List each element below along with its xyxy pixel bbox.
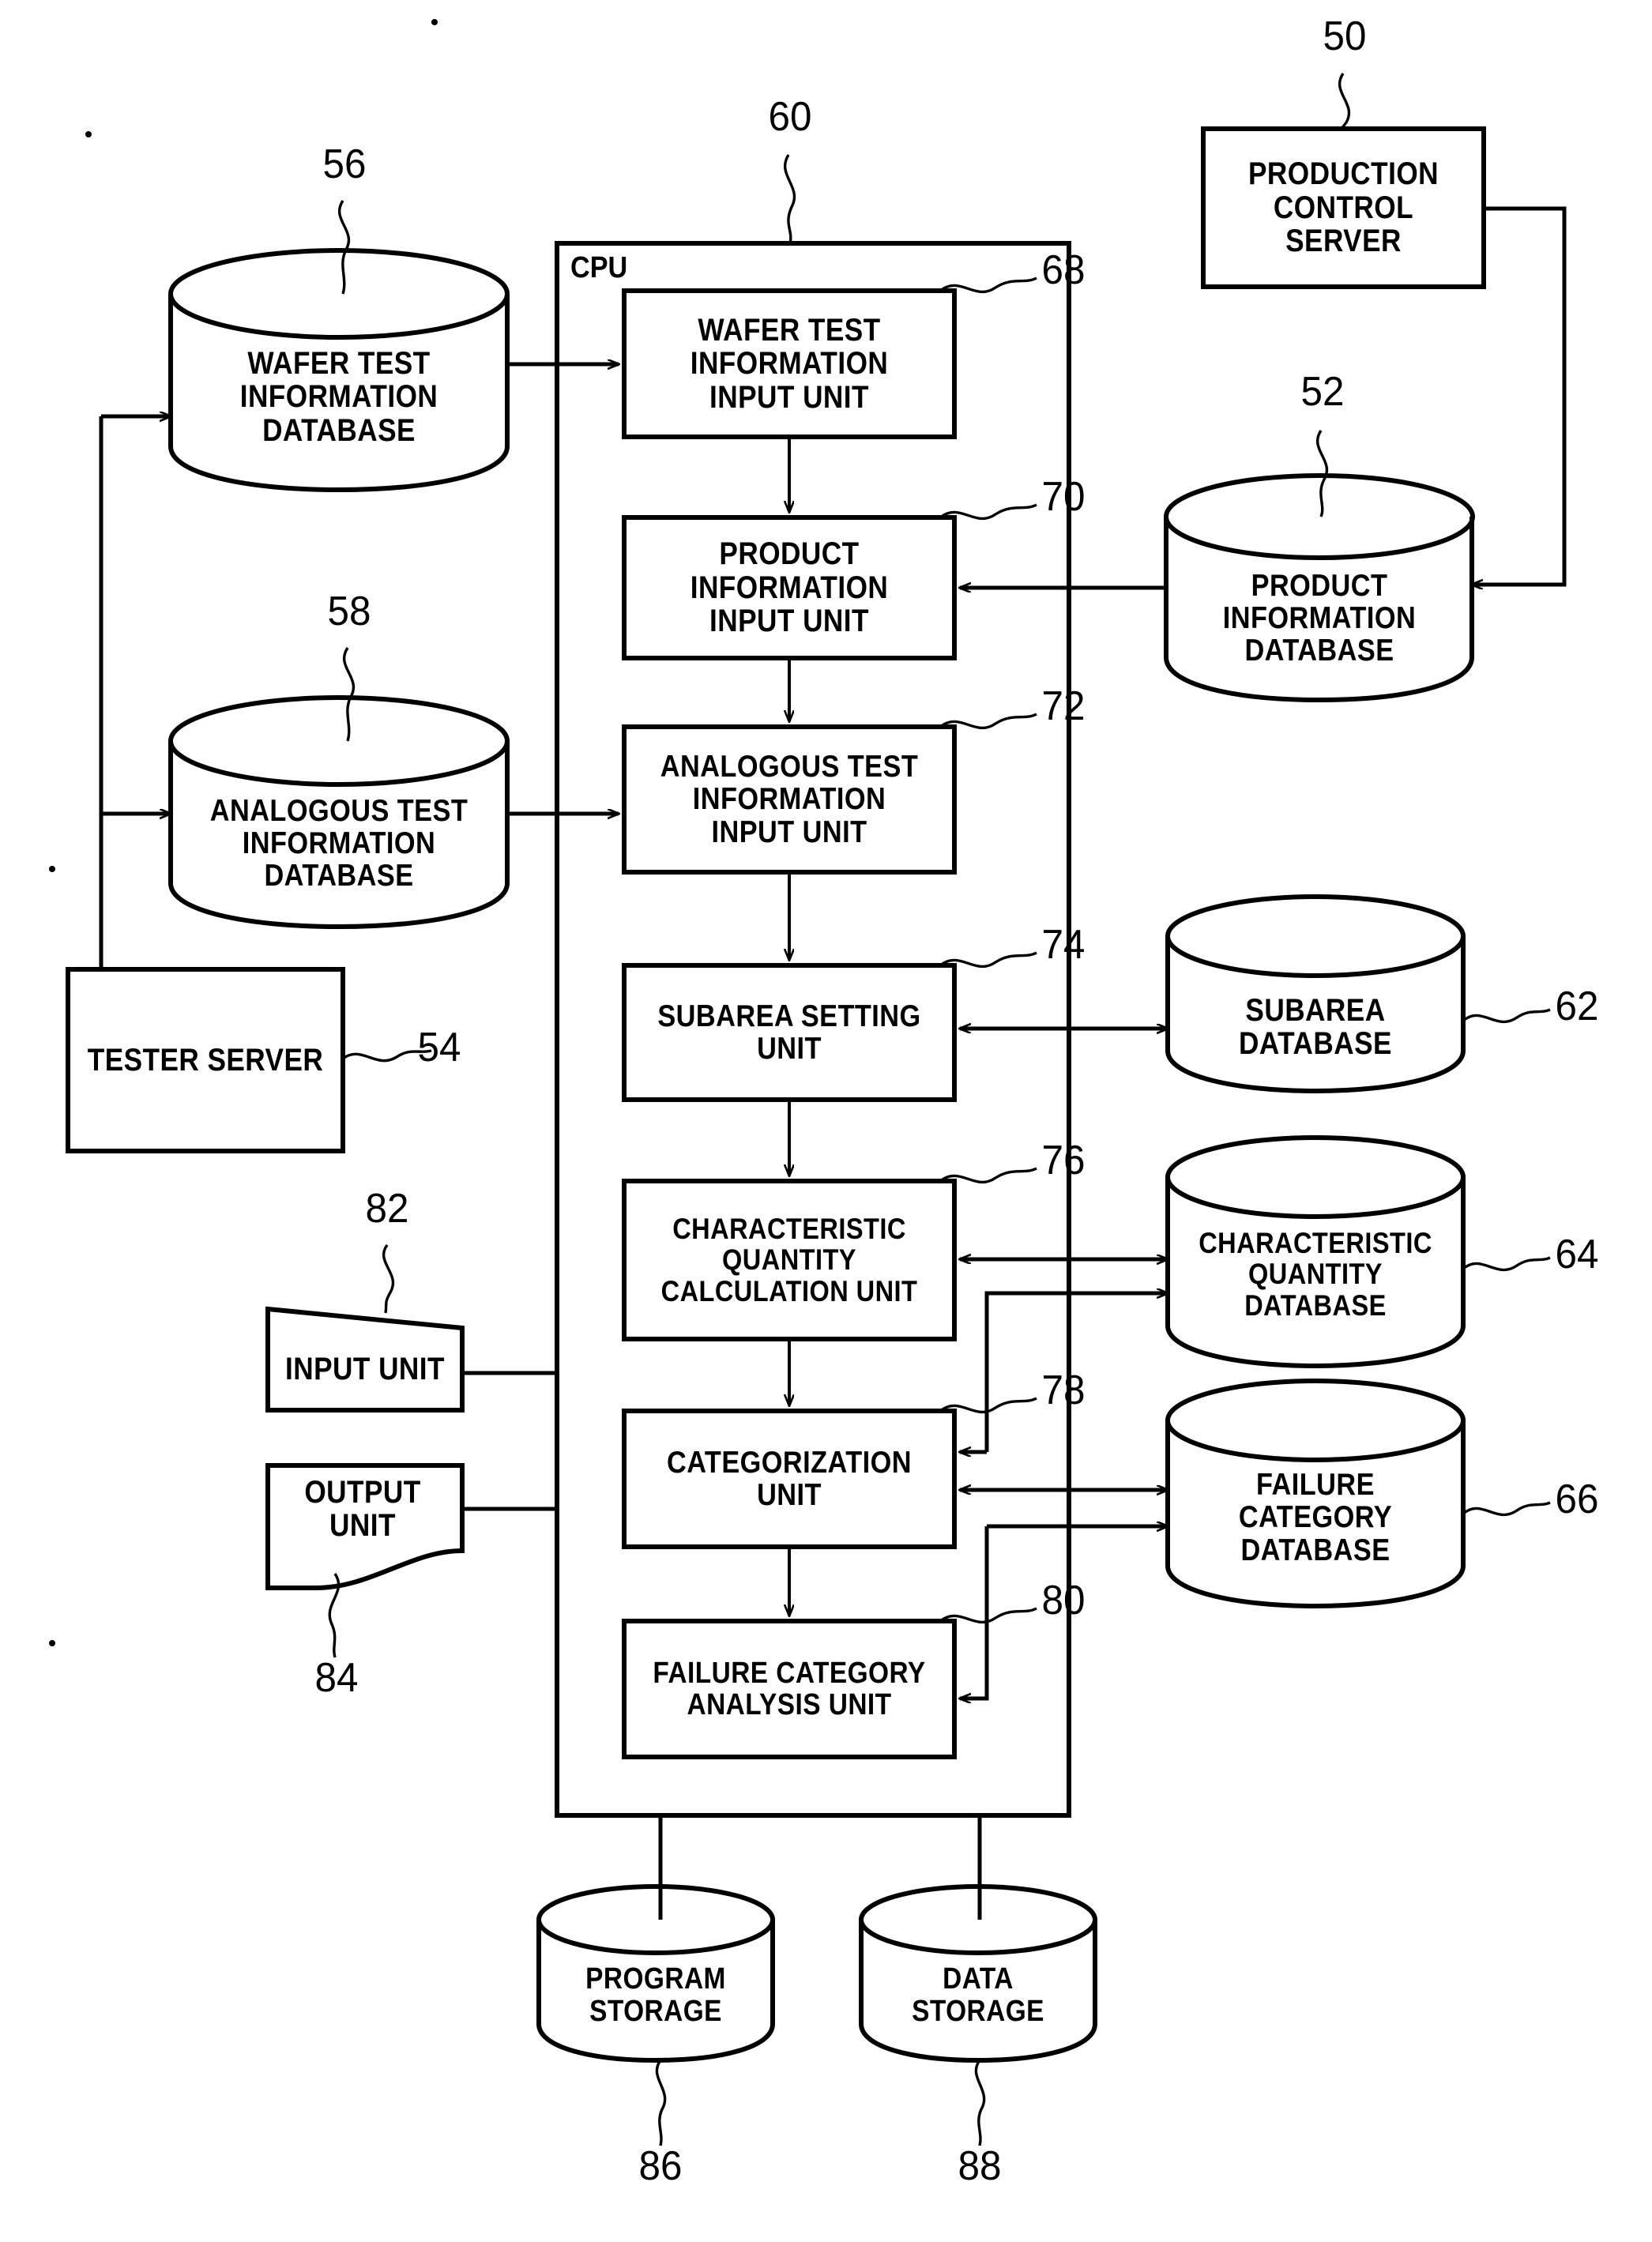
ref-number-50: 50 (1323, 13, 1367, 59)
db-subarea-database: SUBAREA DATABASE (1239, 992, 1392, 1061)
db-failure-category-database: FAILURE CATEGORY DATABASE (1238, 1468, 1393, 1567)
ref-number-76: 76 (1041, 1138, 1086, 1183)
ref-number-58: 58 (327, 589, 371, 634)
unit-categorization-unit: CATEGORIZATION UNIT (667, 1445, 912, 1512)
ref-number-64: 64 (1555, 1232, 1599, 1277)
unit-failure-category-analysis-unit: FAILURE CATEGORY ANALYSIS UNIT (653, 1656, 926, 1721)
ref-number-86: 86 (638, 2143, 683, 2189)
ref-number-56: 56 (322, 141, 367, 187)
unit-analogous-test-information-input-unit: ANALOGOUS TEST INFORMATION INPUT UNIT (660, 750, 919, 849)
cpu-container-label: CPU (570, 251, 628, 284)
patent-figure-canvas: CPU WAFER TEST INFORMATION INPUT UNIT PR… (0, 0, 1652, 2242)
box-input-unit: INPUT UNIT (285, 1351, 445, 1386)
unit-subarea-setting-unit: SUBAREA SETTING UNIT (657, 999, 921, 1066)
diagram-vector-layer (49, 19, 1567, 2146)
ref-number-88: 88 (958, 2143, 1002, 2189)
db-characteristic-quantity-database: CHARACTERISTIC QUANTITY DATABASE (1199, 1227, 1432, 1322)
db-program-storage: PROGRAM STORAGE (585, 1962, 726, 2028)
box-production-control-server: PRODUCTION CONTROL SERVER (1247, 156, 1439, 259)
box-output-unit: OUTPUT UNIT (304, 1474, 421, 1543)
unit-wafer-test-information-input-unit: WAFER TEST INFORMATION INPUT UNIT (690, 312, 889, 415)
unit-product-information-input-unit: PRODUCT INFORMATION INPUT UNIT (690, 536, 889, 639)
db-analogous-test-information-database: ANALOGOUS TEST INFORMATION DATABASE (209, 793, 469, 893)
ref-number-66: 66 (1555, 1476, 1599, 1522)
ref-number-80: 80 (1041, 1578, 1086, 1623)
ref-number-52: 52 (1300, 369, 1345, 415)
db-data-storage: DATA STORAGE (912, 1962, 1044, 2028)
db-product-information-database: PRODUCT INFORMATION DATABASE (1222, 568, 1417, 668)
ref-number-60: 60 (768, 94, 812, 140)
ref-number-68: 68 (1041, 247, 1086, 293)
ref-number-62: 62 (1555, 984, 1599, 1029)
unit-characteristic-quantity-calculation-unit: CHARACTERISTIC QUANTITY CALCULATION UNIT (660, 1213, 918, 1307)
ref-number-82: 82 (365, 1186, 409, 1232)
db-wafer-test-information-database: WAFER TEST INFORMATION DATABASE (239, 345, 438, 448)
ref-number-70: 70 (1041, 474, 1086, 520)
box-tester-server: TESTER SERVER (87, 1042, 324, 1078)
ref-number-74: 74 (1041, 922, 1086, 968)
ref-number-72: 72 (1041, 683, 1086, 729)
ref-number-54: 54 (417, 1025, 461, 1070)
ref-number-78: 78 (1041, 1367, 1086, 1413)
ref-number-84: 84 (314, 1655, 359, 1701)
